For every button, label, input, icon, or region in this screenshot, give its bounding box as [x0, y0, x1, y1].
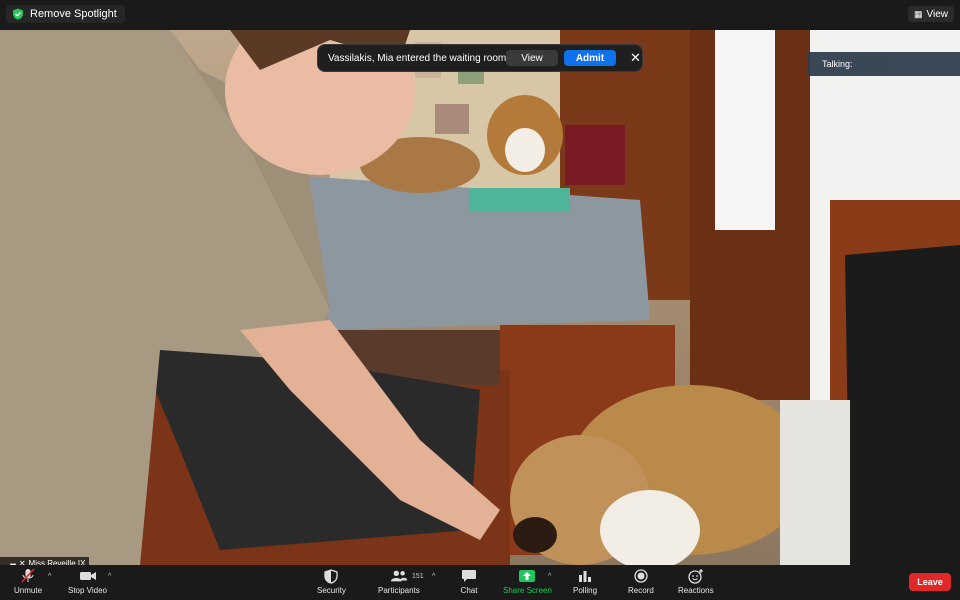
share-screen-button[interactable]: Share Screen [503, 568, 552, 595]
video-scene [0, 30, 960, 565]
bar-chart-icon [576, 568, 594, 584]
grid-icon: ▦ [913, 8, 923, 19]
participants-options-caret-icon[interactable]: ^ [432, 573, 435, 580]
top-bar: Remove Spotlight ▦ View [0, 0, 960, 30]
remove-spotlight-button[interactable]: Remove Spotlight [6, 5, 125, 23]
video-options-caret-icon[interactable]: ^ [108, 573, 111, 580]
chat-label: Chat [460, 586, 478, 595]
polling-label: Polling [573, 586, 598, 595]
shield-icon [322, 568, 340, 584]
share-screen-icon [518, 568, 536, 584]
remove-spotlight-label: Remove Spotlight [30, 8, 117, 20]
waiting-room-notification: Vassilakis, Mia entered the waiting room… [317, 44, 643, 72]
video-feed: Vassilakis, Mia entered the waiting room… [0, 30, 960, 565]
participants-icon [390, 568, 408, 584]
record-icon [632, 568, 650, 584]
waiting-room-message: Vassilakis, Mia entered the waiting room [328, 52, 507, 64]
talking-panel: Talking: [808, 52, 960, 76]
participants-label: Participants [378, 586, 420, 595]
share-screen-label: Share Screen [503, 586, 552, 595]
polling-button[interactable]: Polling [573, 568, 597, 595]
talking-label: Talking: [822, 59, 853, 69]
chat-icon [460, 568, 478, 584]
shield-icon [13, 8, 23, 20]
record-label: Record [628, 586, 654, 595]
share-options-caret-icon[interactable]: ^ [548, 573, 551, 580]
view-label: View [926, 8, 949, 20]
microphone-muted-icon [19, 568, 37, 584]
audio-options-caret-icon[interactable]: ^ [48, 573, 51, 580]
unmute-label: Unmute [14, 586, 43, 595]
video-camera-icon [79, 568, 97, 584]
close-icon[interactable]: ✕ [630, 50, 641, 66]
security-label: Security [317, 586, 346, 595]
notification-view-button[interactable]: View [506, 50, 558, 66]
record-button[interactable]: Record [628, 568, 654, 595]
leave-button[interactable]: Leave [909, 573, 951, 591]
stop-video-label: Stop Video [68, 586, 107, 595]
stop-video-button[interactable]: Stop Video [68, 568, 107, 595]
admit-button[interactable]: Admit [564, 50, 616, 66]
reactions-label: Reactions [678, 586, 714, 595]
chat-button[interactable]: Chat [460, 568, 478, 595]
reactions-button[interactable]: Reactions [678, 568, 714, 595]
meeting-toolbar: Unmute ^ Stop Video ^ Security Participa… [0, 565, 960, 600]
view-button[interactable]: ▦ View [907, 6, 954, 22]
smiley-plus-icon [687, 568, 705, 584]
unmute-button[interactable]: Unmute [14, 568, 42, 595]
security-button[interactable]: Security [317, 568, 346, 595]
participants-count: 151 [412, 573, 424, 580]
